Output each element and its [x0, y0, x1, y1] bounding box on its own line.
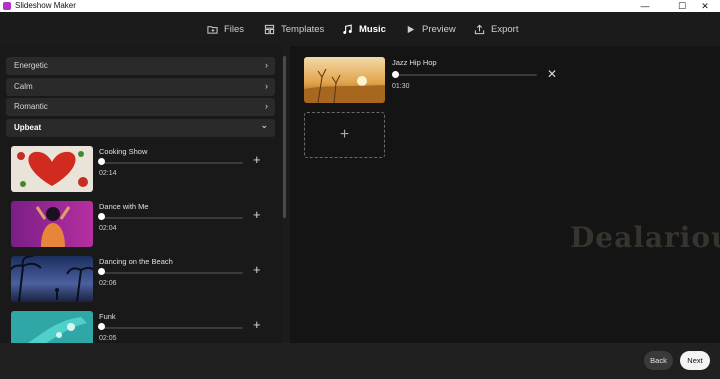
track-thumbnail	[11, 256, 93, 302]
track-progress-slider[interactable]	[99, 162, 243, 164]
list-item[interactable]: Cooking Show 02:14 +	[11, 146, 275, 193]
track-thumbnail	[11, 146, 93, 192]
add-track-button[interactable]: +	[253, 153, 261, 167]
list-item[interactable]: Dance with Me 02:04 +	[11, 201, 275, 248]
tab-files-label: Files	[224, 23, 245, 35]
tab-preview-label: Preview	[422, 23, 456, 35]
footer-bar: Back Next	[0, 343, 720, 379]
music-library-panel: Energetic › Calm › Romantic › Upbeat ⌄ C…	[0, 46, 282, 343]
window-title: Slideshow Maker	[15, 1, 76, 10]
music-note-icon	[343, 24, 352, 34]
tab-music[interactable]: Music	[342, 12, 386, 46]
track-progress-slider[interactable]	[99, 327, 243, 329]
track-progress-slider[interactable]	[99, 217, 243, 219]
selected-music-panel: Jazz Hip Hop 01:30 ✕ + Dealarious	[290, 46, 720, 343]
tab-music-label: Music	[359, 23, 386, 35]
track-duration: 02:14	[99, 170, 117, 177]
back-button[interactable]: Back	[644, 351, 673, 370]
category-romantic[interactable]: Romantic ›	[6, 98, 275, 116]
remove-track-button[interactable]: ✕	[547, 68, 557, 80]
watermark-logo: Dealarious	[570, 221, 720, 254]
add-music-slot[interactable]: +	[304, 112, 385, 158]
category-calm[interactable]: Calm ›	[6, 78, 275, 96]
category-energetic[interactable]: Energetic ›	[6, 57, 275, 75]
track-title: Cooking Show	[99, 147, 148, 156]
track-duration: 02:04	[99, 225, 117, 232]
minimize-button[interactable]: —	[630, 0, 660, 12]
tab-templates[interactable]: Templates	[264, 12, 324, 46]
folder-icon	[207, 25, 218, 34]
selected-track-title: Jazz Hip Hop	[392, 58, 437, 67]
add-track-button[interactable]: +	[253, 263, 261, 277]
list-item[interactable]: Funk 02:05 +	[11, 311, 275, 343]
tab-files[interactable]: Files	[207, 12, 244, 46]
tab-preview[interactable]: Preview	[405, 12, 456, 46]
track-thumbnail	[11, 311, 93, 343]
add-track-button[interactable]: +	[253, 318, 261, 332]
track-title: Dance with Me	[99, 202, 149, 211]
add-track-button[interactable]: +	[253, 208, 261, 222]
slider-handle[interactable]	[98, 158, 105, 165]
track-thumbnail	[11, 201, 93, 247]
tab-export[interactable]: Export	[474, 12, 518, 46]
selected-track-thumbnail	[304, 57, 385, 103]
chevron-right-icon: ›	[265, 81, 268, 91]
selected-track-slider[interactable]	[392, 74, 537, 76]
play-icon	[407, 25, 415, 33]
library-scrollbar[interactable]	[283, 56, 286, 218]
category-label: Energetic	[14, 61, 48, 70]
title-bar: Slideshow Maker — ☐ ✕	[0, 0, 720, 12]
category-label: Romantic	[14, 102, 48, 111]
templates-icon	[264, 24, 275, 34]
track-title: Dancing on the Beach	[99, 257, 173, 266]
top-nav: Files Templates Music Preview Export	[0, 12, 720, 46]
track-progress-slider[interactable]	[99, 272, 243, 274]
category-label: Calm	[14, 82, 33, 91]
slider-handle[interactable]	[98, 213, 105, 220]
tab-export-label: Export	[491, 23, 519, 35]
track-duration: 02:05	[99, 335, 117, 342]
close-window-button[interactable]: ✕	[690, 0, 720, 12]
next-button[interactable]: Next	[680, 351, 710, 370]
export-icon	[474, 24, 485, 34]
slider-handle[interactable]	[98, 268, 105, 275]
slider-handle[interactable]	[392, 71, 399, 78]
chevron-right-icon: ›	[265, 101, 268, 111]
track-title: Funk	[99, 312, 116, 321]
chevron-down-icon: ⌄	[260, 120, 268, 130]
chevron-right-icon: ›	[265, 60, 268, 70]
app-logo-icon	[3, 2, 11, 10]
slider-handle[interactable]	[98, 323, 105, 330]
category-label: Upbeat	[14, 123, 42, 132]
category-upbeat[interactable]: Upbeat ⌄	[6, 119, 275, 137]
tab-templates-label: Templates	[281, 23, 325, 35]
list-item[interactable]: Dancing on the Beach 02:06 +	[11, 256, 275, 303]
selected-track-duration: 01:30	[392, 83, 410, 90]
track-duration: 02:06	[99, 280, 117, 287]
